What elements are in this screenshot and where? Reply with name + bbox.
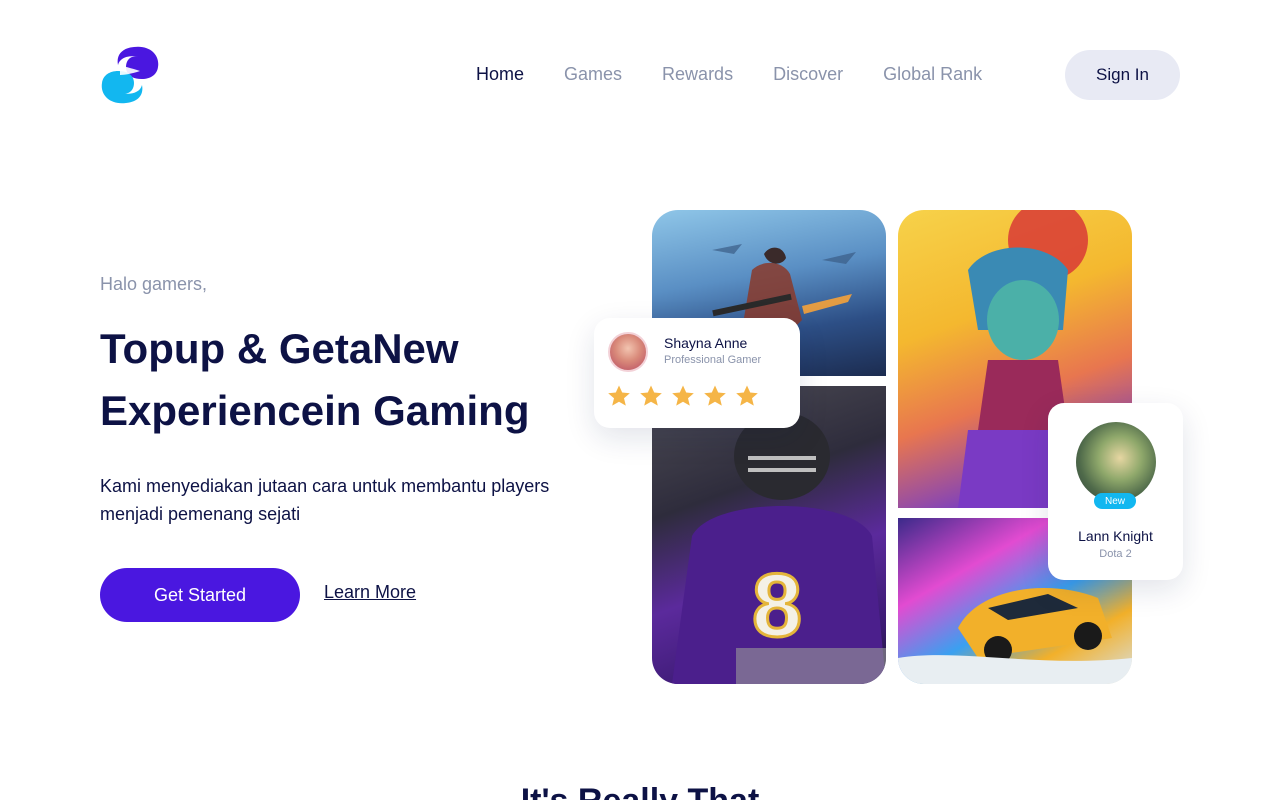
avatar [1076, 422, 1156, 502]
get-started-button[interactable]: Get Started [100, 568, 300, 622]
headline-highlight-experience: Experience [100, 380, 325, 442]
nav-home[interactable]: Home [476, 62, 524, 86]
nav-rewards[interactable]: Rewards [662, 62, 733, 86]
section-title: It's Really That [0, 782, 1280, 800]
nav-games[interactable]: Games [564, 62, 622, 86]
svg-text:8: 8 [752, 556, 802, 656]
brand-s-logo-icon [101, 46, 159, 104]
player-game: Dota 2 [1099, 548, 1132, 560]
star-icon [640, 385, 662, 406]
hero-headline: Topup & Geta New Experiencein Gaming [100, 318, 620, 442]
player-name: Lann Knight [1078, 528, 1153, 544]
player-card-shayna[interactable]: Shayna Anne Professional Gamer [594, 318, 800, 428]
game-tile-madden[interactable]: 8 [652, 386, 886, 684]
headline-part1: Topup & Geta [100, 325, 373, 372]
hero-description: Kami menyediakan jutaan cara untuk memba… [100, 476, 550, 524]
avatar [608, 332, 648, 372]
star-icon [736, 385, 758, 406]
new-badge: New [1094, 493, 1136, 509]
star-icon [672, 385, 694, 406]
sign-in-button[interactable]: Sign In [1065, 50, 1180, 100]
player-card-lann[interactable]: New Lann Knight Dota 2 [1048, 403, 1183, 580]
nav-discover[interactable]: Discover [773, 62, 843, 86]
main-nav: Home Games Rewards Discover Global Rank [476, 62, 982, 86]
brand-logo[interactable] [100, 45, 160, 105]
player-role: Professional Gamer [664, 354, 762, 366]
nav-global-rank[interactable]: Global Rank [883, 62, 982, 86]
headline-highlight-new: New [372, 318, 459, 380]
learn-more-link[interactable]: Learn More [324, 582, 416, 603]
player-name: Shayna Anne [664, 335, 748, 351]
star-icon [608, 385, 630, 406]
headline-part2: in Gaming [324, 387, 530, 434]
rating-stars [607, 384, 759, 408]
madden-art: 8 [672, 412, 886, 684]
hero-greeting: Halo gamers, [100, 274, 208, 294]
star-icon [704, 385, 726, 406]
